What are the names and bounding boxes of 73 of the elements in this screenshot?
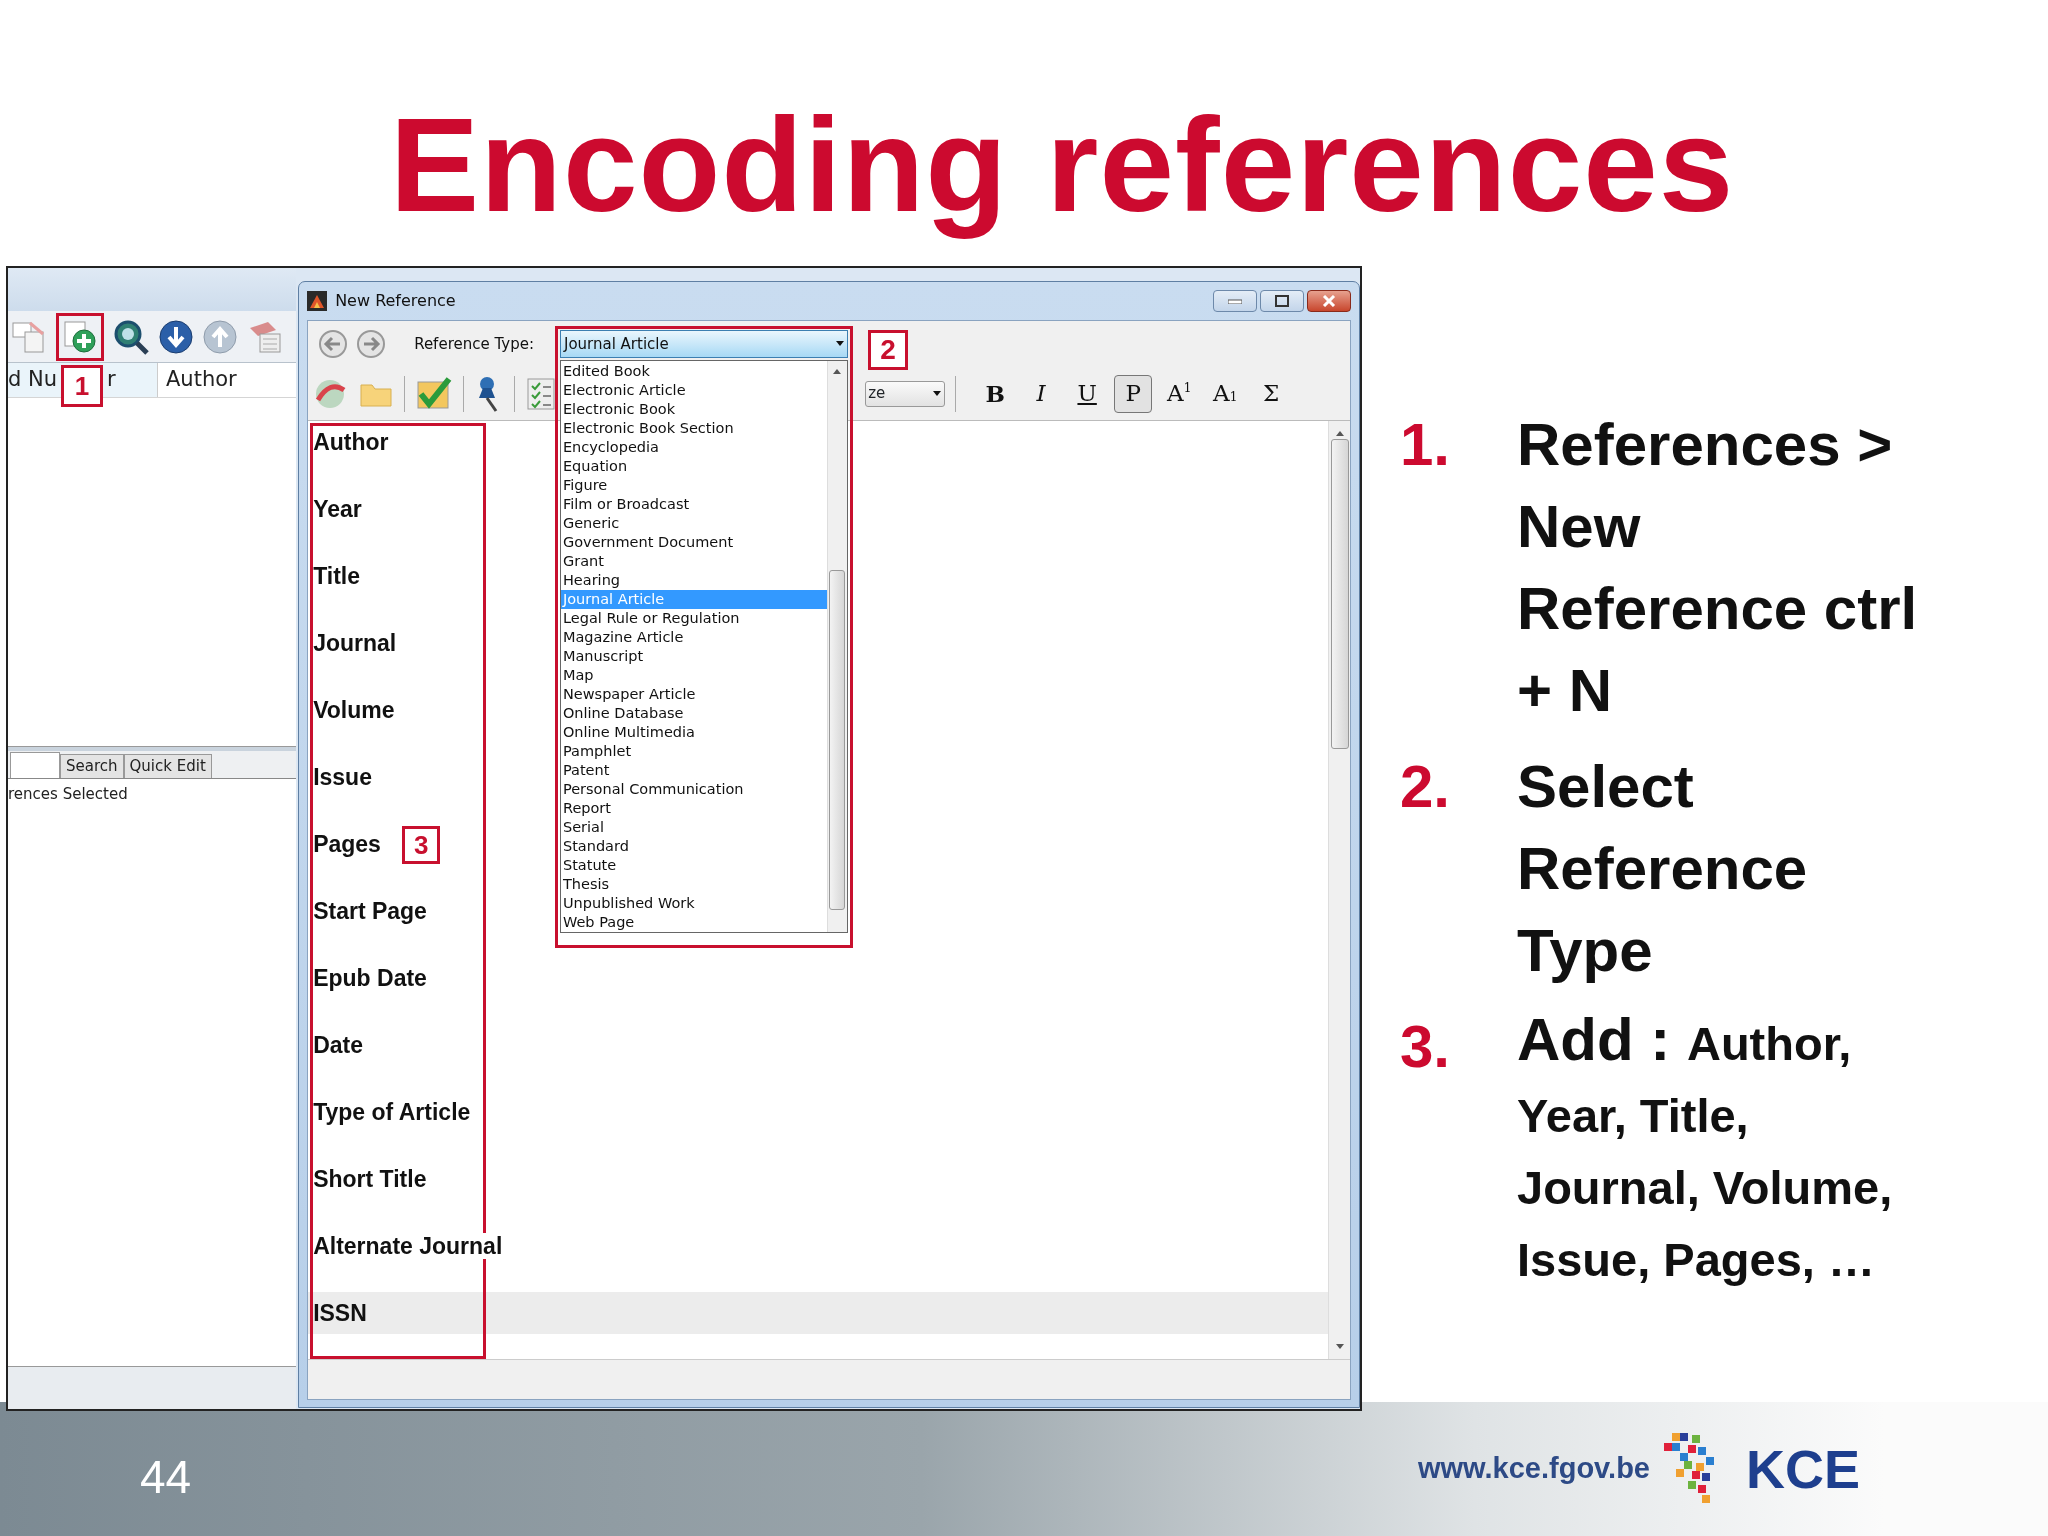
dropdown-option[interactable]: Legal Rule or Regulation [560, 609, 827, 629]
dropdown-option[interactable]: Map [560, 666, 827, 686]
reference-type-dropdown[interactable]: Journal Article [559, 330, 848, 359]
slide-title: Encoding references [389, 88, 1735, 241]
dropdown-option[interactable]: Magazine Article [560, 628, 827, 648]
dropdown-option[interactable]: Web Page [560, 913, 827, 933]
italic-button[interactable]: I [1022, 374, 1061, 413]
checkmark-icon[interactable] [415, 375, 454, 412]
field-label: Type of Article [313, 1099, 471, 1126]
dropdown-option[interactable]: Online Multimedia [560, 723, 827, 743]
dropdown-option[interactable]: Newspaper Article [560, 685, 827, 705]
dropdown-option[interactable]: Report [560, 799, 827, 819]
minimize-icon [1228, 298, 1242, 305]
dropdown-option[interactable]: Manuscript [560, 647, 827, 667]
step-number: 1. [1400, 411, 1451, 479]
dropdown-option[interactable]: Electronic Book [560, 400, 827, 420]
dropdown-option[interactable]: Serial [560, 818, 827, 838]
bold-button[interactable]: B [976, 374, 1015, 413]
step-badge: 1 [61, 365, 104, 408]
logo-text: KCE [1746, 1437, 1860, 1501]
step-badge: 2 [867, 330, 908, 371]
column-header[interactable]: d Nu [8, 364, 58, 396]
minimize-button[interactable] [1213, 290, 1257, 313]
maximize-button[interactable] [1260, 290, 1304, 313]
step-number: 2. [1400, 753, 1451, 821]
close-button[interactable] [1307, 290, 1351, 313]
tab[interactable]: Search [60, 754, 124, 779]
maximize-icon [1275, 295, 1289, 308]
plain-text-button[interactable]: P [1114, 374, 1153, 413]
field-label: Reference Type: [414, 333, 534, 355]
tab[interactable] [10, 752, 60, 779]
status-text: rences Selected [8, 785, 128, 804]
superscript-button[interactable]: A$^{1}$ [1160, 374, 1199, 413]
close-icon [1322, 295, 1336, 308]
underline-button[interactable]: U [1068, 374, 1107, 413]
dropdown-option[interactable]: Standard [560, 837, 827, 857]
window-title: New Reference [335, 290, 456, 313]
dropdown-option[interactable]: Government Document [560, 533, 827, 553]
field-label: Epub Date [313, 965, 427, 992]
scrollbar-thumb[interactable] [1330, 439, 1349, 750]
step-number: 3. [1400, 1013, 1451, 1081]
dropdown-option[interactable]: Hearing [560, 571, 827, 591]
font-size-dropdown[interactable]: ze [865, 380, 946, 407]
dropdown-option[interactable]: Equation [560, 457, 827, 477]
add-document-icon[interactable] [62, 318, 98, 355]
field-label: Alternate Journal [313, 1233, 503, 1260]
dropdown-option[interactable]: Grant [560, 552, 827, 572]
symbol-button[interactable]: Σ [1252, 374, 1291, 413]
scroll-up-icon[interactable] [832, 367, 843, 376]
dropdown-option[interactable]: Electronic Article [560, 381, 827, 401]
page-number: 44 [140, 1449, 192, 1505]
app-icon [307, 291, 328, 312]
dropdown-option[interactable]: Encyclopedia [560, 438, 827, 458]
dropdown-option[interactable]: Electronic Book Section [560, 419, 827, 439]
dropdown-option[interactable]: Patent [560, 761, 827, 781]
dropdown-option[interactable]: Figure [560, 476, 827, 496]
scrollbar-thumb[interactable] [829, 570, 846, 911]
dropdown-option[interactable]: Unpublished Work [560, 894, 827, 914]
dropdown-option[interactable]: Film or Broadcast [560, 495, 827, 515]
dropdown-option[interactable]: Generic [560, 514, 827, 534]
tab[interactable]: Quick Edit [123, 754, 212, 779]
step-text: Select Reference Type [1517, 753, 1808, 985]
dropdown-option[interactable]: Thesis [560, 875, 827, 895]
step-text: References > New Reference ctrl + N [1517, 411, 1918, 725]
step-text: Add : Author, Year, Title, Journal, Volume, Issue, Pages, … [1517, 1006, 1893, 1289]
dropdown-option[interactable]: Pamphlet [560, 742, 827, 762]
column-header[interactable]: r [107, 364, 116, 396]
step-badge: 3 [402, 826, 441, 865]
dropdown-option[interactable]: Statute [560, 856, 827, 876]
dropdown-option[interactable]: Edited Book [560, 362, 827, 382]
dropdown-option[interactable]: Personal Communication [560, 780, 827, 800]
dropdown-option[interactable]: Online Database [560, 704, 827, 724]
column-header[interactable]: Author [166, 367, 237, 392]
